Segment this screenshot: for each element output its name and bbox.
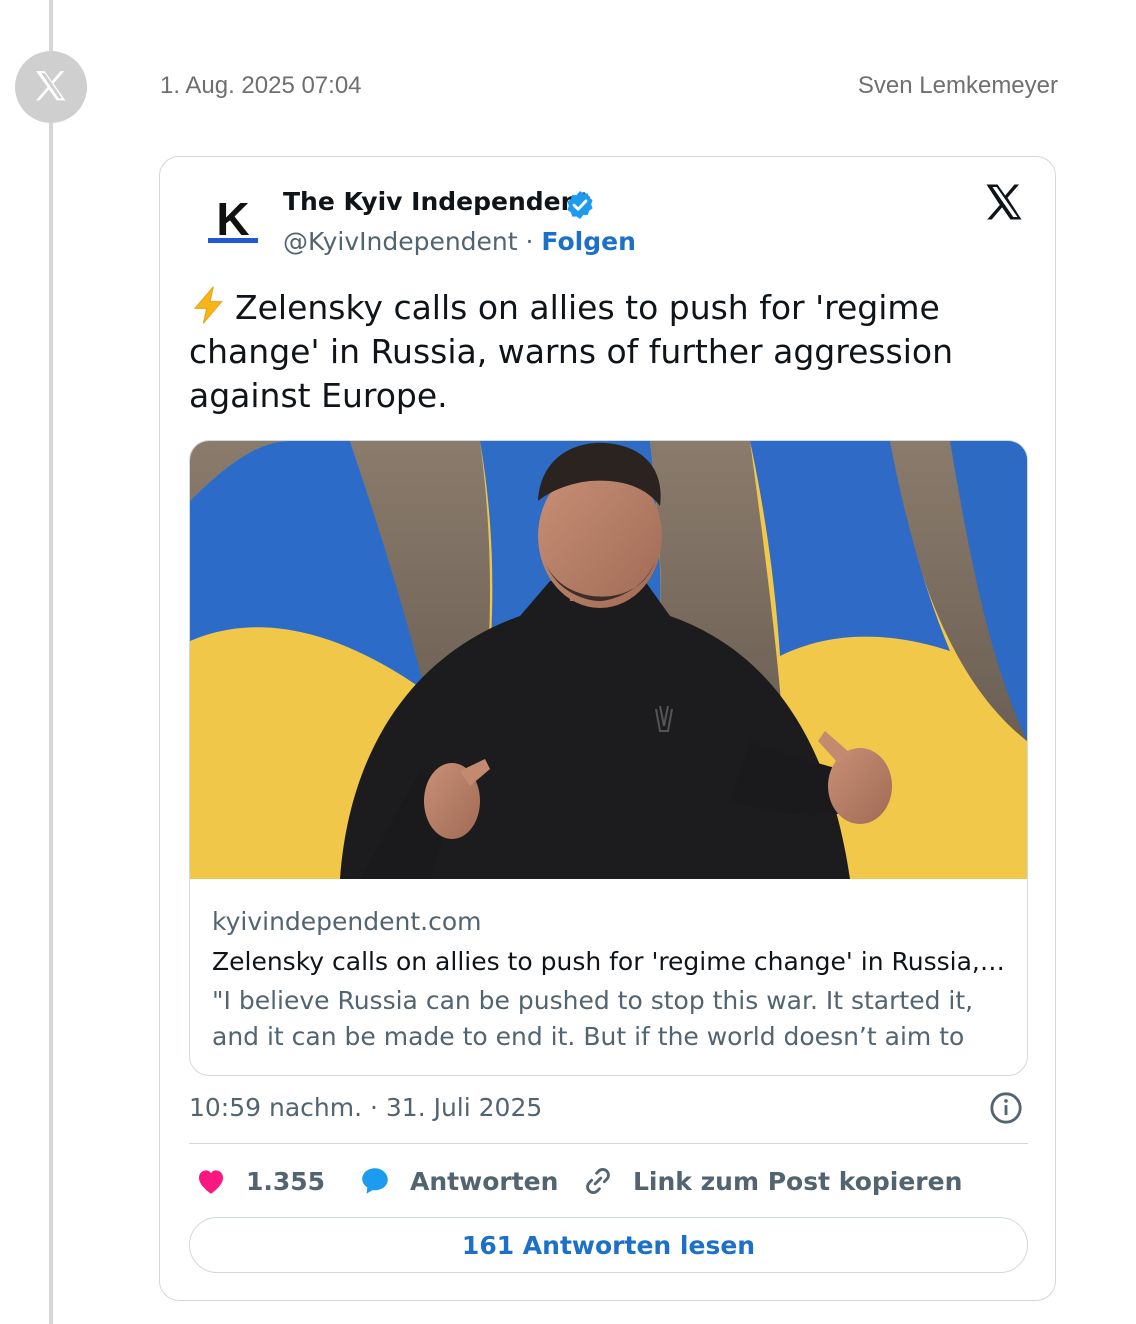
embedded-tweet: K The Kyiv Independent @KyivIndependent … <box>159 156 1056 1301</box>
info-icon[interactable] <box>989 1091 1023 1125</box>
tweet-text: Zelensky calls on allies to push for 're… <box>189 285 1009 418</box>
link-meta: kyivindependent.com Zelensky calls on al… <box>212 905 1012 1055</box>
handle[interactable]: @KyivIndependent <box>283 227 518 256</box>
avatar-letter: K <box>216 197 249 245</box>
reply-button[interactable]: Antworten <box>358 1163 558 1199</box>
post-author: Sven Lemkemeyer <box>857 72 1058 99</box>
reply-label: Antworten <box>410 1166 559 1196</box>
tweet-body: Zelensky calls on allies to push for 're… <box>189 288 954 415</box>
copy-link-button[interactable]: Link zum Post kopieren <box>581 1163 962 1199</box>
link-domain: kyivindependent.com <box>212 907 482 936</box>
like-count: 1.355 <box>246 1166 326 1196</box>
link-description: "I believe Russia can be pushed to stop … <box>212 986 974 1051</box>
like-button[interactable]: 1.355 <box>194 1163 325 1199</box>
post-date: 1. Aug. 2025 07:04 <box>160 72 362 99</box>
verified-badge-icon <box>567 191 593 219</box>
divider <box>189 1143 1028 1144</box>
x-logo-icon <box>15 51 87 123</box>
avatar[interactable]: K <box>204 193 262 249</box>
handle-line: @KyivIndependent · Folgen <box>283 227 636 256</box>
article-photo[interactable] <box>190 441 1027 879</box>
timeline-line <box>49 0 53 1324</box>
link-icon <box>586 1168 610 1194</box>
follow-button[interactable]: Folgen <box>541 227 635 256</box>
heart-icon <box>198 1170 224 1194</box>
read-replies-button[interactable]: 161 Antworten lesen <box>189 1217 1028 1273</box>
separator: · <box>517 227 542 256</box>
display-name[interactable]: The Kyiv Independent <box>283 187 590 216</box>
lightning-icon <box>193 286 223 324</box>
x-logo-icon[interactable] <box>983 181 1025 223</box>
reply-bubble-icon <box>362 1168 388 1194</box>
link-preview-card[interactable]: kyivindependent.com Zelensky calls on al… <box>189 440 1028 1076</box>
link-title[interactable]: Zelensky calls on allies to push for 're… <box>212 943 1012 981</box>
tweet-timestamp[interactable]: 10:59 nachm. · 31. Juli 2025 <box>189 1093 542 1122</box>
copy-link-label: Link zum Post kopieren <box>633 1166 963 1196</box>
